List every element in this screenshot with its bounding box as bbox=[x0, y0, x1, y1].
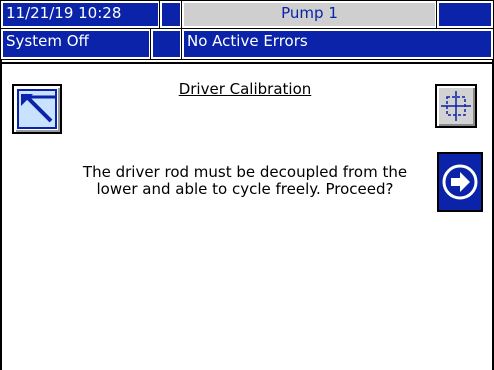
right-arrow-icon bbox=[442, 164, 478, 200]
message-line-2: lower and able to cycle freely. Proceed? bbox=[96, 180, 394, 198]
message-line-1: The driver rod must be decoupled from th… bbox=[82, 163, 408, 181]
header-divider bbox=[0, 62, 494, 64]
header-indicator-2 bbox=[436, 0, 494, 29]
exit-screen-icon bbox=[17, 89, 57, 129]
datetime-text: 11/21/19 10:28 bbox=[6, 4, 122, 22]
page-title: Driver Calibration bbox=[140, 80, 350, 98]
page-title-text: Driver Calibration bbox=[178, 80, 312, 98]
header-indicator-3 bbox=[150, 28, 183, 60]
confirmation-message: The driver rod must be decoupled from th… bbox=[60, 164, 430, 198]
crosshair-icon bbox=[441, 91, 471, 121]
system-state-cell: System Off bbox=[0, 28, 152, 60]
header-indicator-1 bbox=[159, 0, 183, 29]
errors-text: No Active Errors bbox=[187, 32, 308, 50]
proceed-button[interactable] bbox=[437, 152, 483, 212]
datetime-cell: 11/21/19 10:28 bbox=[0, 0, 161, 29]
exit-button[interactable] bbox=[12, 84, 62, 134]
system-state-text: System Off bbox=[6, 32, 89, 50]
pump-name-cell: Pump 1 bbox=[181, 0, 438, 29]
pump-name-text: Pump 1 bbox=[281, 4, 338, 22]
errors-cell: No Active Errors bbox=[181, 28, 494, 60]
center-button[interactable] bbox=[435, 84, 477, 128]
